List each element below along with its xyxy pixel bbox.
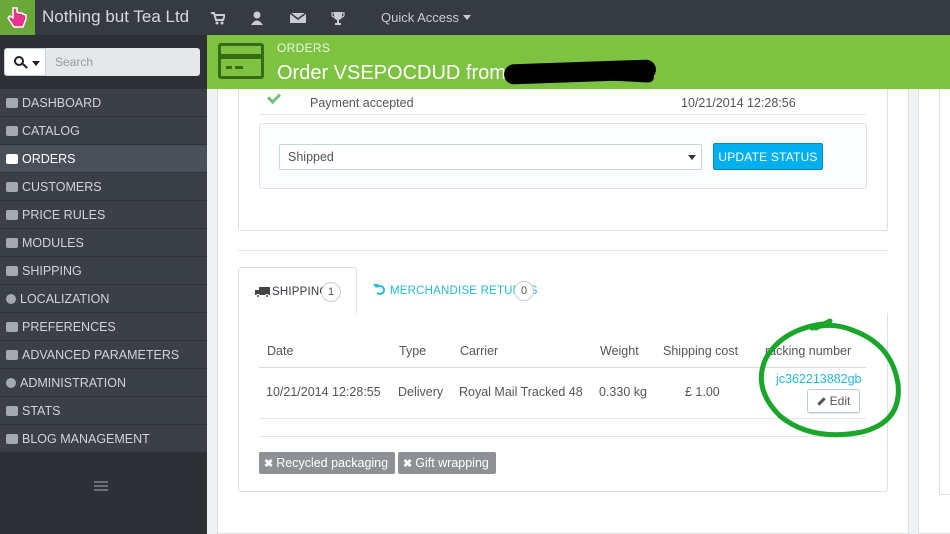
pencil-icon bbox=[6, 434, 18, 444]
sidebar-item-label: CATALOG bbox=[22, 124, 80, 138]
check-icon bbox=[266, 89, 282, 105]
sidebar-item-label: SHIPPING bbox=[22, 264, 82, 278]
tags-icon bbox=[6, 210, 18, 220]
search-type-button[interactable] bbox=[4, 48, 46, 76]
close-icon: ✖ bbox=[403, 458, 413, 470]
right-panel bbox=[918, 89, 950, 534]
quick-access-dropdown[interactable]: Quick Access bbox=[381, 10, 472, 25]
sidebar-item-label: MODULES bbox=[22, 236, 84, 250]
sidebar-item-dashboard[interactable]: DASHBOARD bbox=[0, 89, 207, 117]
history-status: Payment accepted bbox=[310, 96, 414, 110]
sidebar-item-label: PRICE RULES bbox=[22, 208, 106, 222]
users-icon bbox=[6, 182, 18, 192]
history-date: 10/21/2014 12:28:56 bbox=[681, 96, 796, 110]
quick-access-label: Quick Access bbox=[381, 10, 460, 25]
sidebar-item-label: DASHBOARD bbox=[22, 96, 102, 110]
sidebar-item-label: ADMINISTRATION bbox=[20, 376, 127, 390]
cart-icon[interactable] bbox=[211, 11, 225, 25]
sidebar-item-label: LOCALIZATION bbox=[20, 292, 110, 306]
update-status-button[interactable]: UPDATE STATUS bbox=[713, 143, 823, 170]
search-icon-handle bbox=[22, 63, 28, 69]
cog-icon bbox=[6, 378, 16, 388]
page-title: Order VSEPOCDUD from bbox=[277, 62, 506, 84]
bar-chart-icon bbox=[6, 406, 18, 416]
undo-icon bbox=[373, 284, 385, 295]
cell-date: 10/21/2014 12:28:55 bbox=[266, 385, 381, 399]
sidebar-item-preferences[interactable]: PREFERENCES bbox=[0, 313, 207, 341]
column-header-date: Date bbox=[267, 344, 294, 358]
recycled-packaging-text: Recycled packaging bbox=[276, 456, 389, 470]
order-status-value: Shipped bbox=[288, 150, 334, 164]
collapse-menu-icon[interactable] bbox=[94, 481, 108, 493]
chevron-down-icon bbox=[688, 155, 696, 160]
dashboard-icon bbox=[6, 98, 18, 108]
sidebar-item-administration[interactable]: ADMINISTRATION bbox=[0, 369, 207, 397]
page-header: ORDERS Order VSEPOCDUD from bbox=[207, 35, 950, 89]
sidebar-menu: DASHBOARD CATALOG ORDERS CUSTOMERS PRICE… bbox=[0, 89, 207, 453]
sidebar-item-localization[interactable]: LOCALIZATION bbox=[0, 285, 207, 313]
sidebar-item-price-rules[interactable]: PRICE RULES bbox=[0, 201, 207, 229]
search-input[interactable] bbox=[46, 48, 200, 76]
column-header-weight: Weight bbox=[600, 344, 639, 358]
returns-count-badge: 0 bbox=[514, 281, 534, 301]
cell-carrier: Royal Mail Tracked 48 bbox=[459, 385, 583, 399]
puzzle-icon bbox=[6, 238, 18, 248]
sidebar-item-stats[interactable]: STATS bbox=[0, 397, 207, 425]
column-header-shipping-cost: Shipping cost bbox=[663, 344, 739, 358]
column-header-type: Type bbox=[399, 344, 427, 358]
truck-icon bbox=[6, 266, 18, 276]
cell-shipping-cost: £ 1.00 bbox=[685, 385, 720, 399]
shipping-count-badge: 1 bbox=[321, 282, 341, 302]
sidebar-item-label: ORDERS bbox=[22, 152, 76, 166]
trophy-icon[interactable] bbox=[331, 11, 345, 25]
logo[interactable] bbox=[0, 0, 35, 35]
sidebar-item-modules[interactable]: MODULES bbox=[0, 229, 207, 257]
credit-card-icon bbox=[6, 154, 18, 164]
cogs-icon bbox=[6, 350, 18, 360]
history-row: Payment accepted 10/21/2014 12:28:56 bbox=[259, 89, 866, 115]
close-icon: ✖ bbox=[264, 458, 274, 470]
credit-card-icon bbox=[218, 43, 264, 79]
tab-shipping[interactable]: SHIPPING 1 bbox=[238, 267, 357, 315]
top-header: Nothing but Tea Ltd Quick Access bbox=[0, 0, 950, 35]
sidebar-item-label: BLOG MANAGEMENT bbox=[22, 432, 150, 446]
cell-type: Delivery bbox=[398, 385, 444, 399]
breadcrumb[interactable]: ORDERS bbox=[277, 41, 330, 55]
order-status-select[interactable]: Shipped bbox=[279, 144, 702, 170]
hand-pointer-icon bbox=[7, 7, 27, 28]
column-header-carrier: Carrier bbox=[460, 344, 499, 358]
sidebar-item-label: CUSTOMERS bbox=[22, 180, 102, 194]
user-icon[interactable] bbox=[250, 11, 264, 25]
sidebar: DASHBOARD CATALOG ORDERS CUSTOMERS PRICE… bbox=[0, 35, 207, 534]
sidebar-item-advanced-parameters[interactable]: ADVANCED PARAMETERS bbox=[0, 341, 207, 369]
envelope-icon[interactable] bbox=[290, 11, 306, 25]
sidebar-item-label: STATS bbox=[22, 404, 61, 418]
recycled-packaging-label: ✖ Recycled packaging bbox=[259, 452, 396, 474]
globe-icon bbox=[6, 294, 16, 304]
section-divider bbox=[238, 250, 888, 251]
sidebar-item-orders[interactable]: ORDERS bbox=[0, 145, 207, 173]
truck-icon bbox=[255, 287, 270, 298]
sidebar-item-label: ADVANCED PARAMETERS bbox=[22, 348, 180, 362]
shop-name[interactable]: Nothing but Tea Ltd bbox=[42, 7, 189, 27]
highlight-circle-annotation bbox=[758, 318, 901, 438]
sidebar-item-catalog[interactable]: CATALOG bbox=[0, 117, 207, 145]
chevron-down-icon bbox=[463, 15, 472, 20]
sidebar-item-blog-management[interactable]: BLOG MANAGEMENT bbox=[0, 425, 207, 453]
sidebar-item-customers[interactable]: CUSTOMERS bbox=[0, 173, 207, 201]
status-form: Shipped UPDATE STATUS bbox=[259, 123, 867, 189]
search-box bbox=[4, 48, 200, 76]
chevron-down-icon bbox=[32, 61, 40, 66]
cell-weight: 0.330 kg bbox=[599, 385, 647, 399]
sidebar-item-shipping[interactable]: SHIPPING bbox=[0, 257, 207, 285]
gift-wrapping-label: ✖ Gift wrapping bbox=[398, 452, 496, 474]
wrench-icon bbox=[6, 322, 18, 332]
book-icon bbox=[6, 126, 18, 136]
sidebar-item-label: PREFERENCES bbox=[22, 320, 116, 334]
gift-wrapping-text: Gift wrapping bbox=[415, 456, 489, 470]
